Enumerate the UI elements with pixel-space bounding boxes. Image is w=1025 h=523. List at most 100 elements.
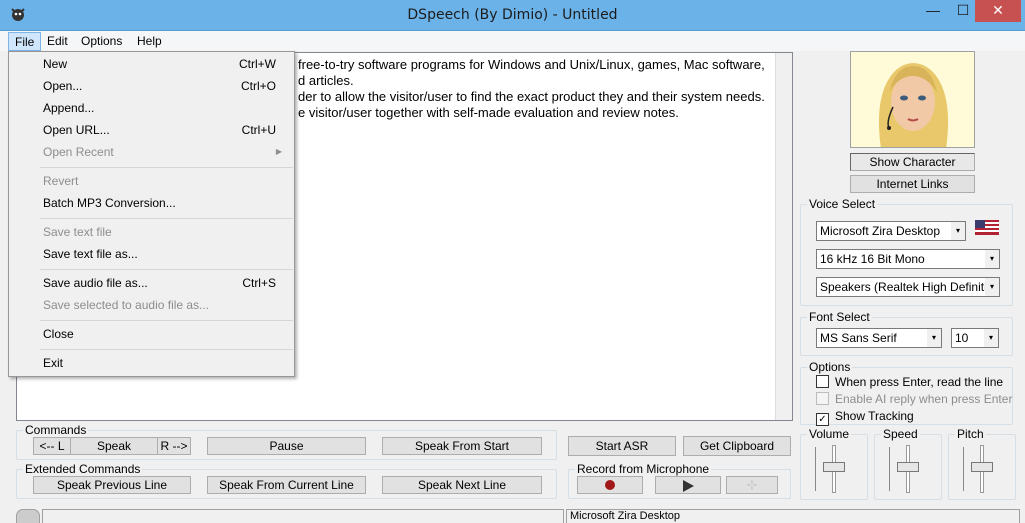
menu-open-label: Open... (43, 79, 83, 93)
internet-links-button[interactable]: Internet Links (850, 175, 975, 193)
chevron-down-icon: ▾ (927, 329, 941, 347)
slider-ticks (815, 447, 816, 491)
menu-revert[interactable]: Revert (12, 171, 292, 191)
options-group: Options When press Enter, read the line … (800, 360, 1013, 426)
font-family-dropdown[interactable]: MS Sans Serif ▾ (816, 328, 942, 348)
record-group: Record from Microphone ⊹ (568, 462, 791, 499)
menu-save-audio-as-shortcut: Ctrl+S (242, 276, 276, 290)
checkmark-icon[interactable]: ✓ (816, 413, 829, 426)
menu-save-text-as-label: Save text file as... (43, 247, 138, 261)
menu-save-text-as[interactable]: Save text file as... (12, 244, 292, 264)
menu-separator (40, 269, 293, 270)
previous-sentence-button[interactable]: <-- L (33, 437, 71, 455)
start-asr-button[interactable]: Start ASR (568, 436, 676, 456)
audio-output-value: Speakers (Realtek High Definition A (820, 280, 1000, 294)
menu-open-shortcut: Ctrl+O (240, 79, 276, 93)
stop-icon: ⊹ (746, 477, 758, 492)
show-tracking-label: Show Tracking (835, 409, 914, 423)
menu-options[interactable]: Options (75, 32, 128, 51)
status-indicator (16, 509, 40, 523)
audio-output-dropdown[interactable]: Speakers (Realtek High Definition A ▾ (816, 277, 1000, 297)
menu-help[interactable]: Help (131, 32, 168, 51)
voice-select-value: Microsoft Zira Desktop (820, 224, 941, 238)
ai-reply-checkbox[interactable]: Enable AI reply when press Enter (816, 392, 1012, 406)
checkbox-box[interactable] (816, 392, 829, 405)
next-sentence-button[interactable]: R --> (157, 437, 191, 455)
chevron-down-icon: ▾ (985, 278, 999, 296)
record-icon (605, 480, 615, 490)
menu-edit[interactable]: Edit (41, 32, 74, 51)
menu-close[interactable]: Close (12, 324, 292, 344)
status-bar: Microsoft Zira Desktop (0, 506, 1025, 523)
volume-slider-thumb[interactable] (823, 462, 845, 472)
chevron-down-icon: ▾ (985, 250, 999, 268)
menu-exit-label: Exit (43, 356, 64, 370)
menu-bar: File Edit Options Help (0, 31, 1025, 51)
menu-new[interactable]: New Ctrl+W (12, 54, 292, 74)
character-portrait (850, 51, 975, 148)
record-button[interactable] (577, 476, 643, 494)
menu-append-label: Append... (43, 101, 95, 115)
font-size-value: 10 (955, 331, 969, 345)
menu-open-url[interactable]: Open URL... Ctrl+U (12, 120, 292, 140)
show-tracking-checkbox[interactable]: ✓ Show Tracking (816, 409, 914, 426)
speak-from-start-button[interactable]: Speak From Start (382, 437, 542, 455)
minimize-button[interactable]: — (918, 0, 948, 22)
close-window-button[interactable]: ✕ (975, 0, 1021, 22)
menu-exit[interactable]: Exit (12, 353, 292, 373)
extended-commands-title: Extended Commands (23, 462, 143, 476)
audio-format-dropdown[interactable]: 16 kHz 16 Bit Mono ▾ (816, 249, 1000, 269)
checkbox-box[interactable] (816, 375, 829, 388)
menu-save-audio-as[interactable]: Save audio file as... Ctrl+S (12, 273, 292, 293)
menu-open-url-shortcut: Ctrl+U (241, 123, 276, 137)
menu-separator (40, 349, 293, 350)
menu-save-selected-audio[interactable]: Save selected to audio file as... (12, 295, 292, 315)
editor-scrollbar[interactable] (775, 53, 792, 420)
options-title: Options (807, 360, 853, 374)
menu-open-recent[interactable]: Open Recent ▶ (12, 142, 292, 162)
voice-select-dropdown[interactable]: Microsoft Zira Desktop ▾ (816, 221, 966, 241)
enter-read-line-checkbox[interactable]: When press Enter, read the line (816, 375, 1003, 389)
show-character-button[interactable]: Show Character (850, 153, 975, 171)
get-clipboard-button[interactable]: Get Clipboard (683, 436, 791, 456)
speak-button[interactable]: Speak (70, 437, 158, 455)
voice-select-title: Voice Select (807, 197, 878, 211)
menu-save-text[interactable]: Save text file (12, 222, 292, 242)
volume-group: Volume (800, 427, 868, 500)
record-title: Record from Microphone (575, 462, 712, 476)
pitch-slider-thumb[interactable] (971, 462, 993, 472)
status-voice: Microsoft Zira Desktop (566, 509, 1020, 523)
menu-file[interactable]: File (8, 32, 42, 51)
menu-batch-mp3[interactable]: Batch MP3 Conversion... (12, 193, 292, 213)
speak-next-line-button[interactable]: Speak Next Line (382, 476, 542, 494)
window-title: DSpeech (By Dimio) - Untitled (407, 7, 618, 23)
commands-title: Commands (23, 423, 89, 437)
chevron-down-icon: ▾ (984, 329, 998, 347)
pitch-label: Pitch (955, 427, 986, 441)
menu-open-recent-label: Open Recent (43, 145, 114, 159)
slider-ticks (963, 447, 964, 491)
maximize-button[interactable]: ☐ (948, 0, 978, 22)
menu-save-audio-as-label: Save audio file as... (43, 276, 148, 290)
menu-append[interactable]: Append... (12, 98, 292, 118)
editor-content[interactable]: free-to-try software programs for Window… (298, 57, 772, 121)
speed-label: Speed (881, 427, 920, 441)
speak-previous-line-button[interactable]: Speak Previous Line (33, 476, 191, 494)
menu-open-url-label: Open URL... (43, 123, 110, 137)
play-recording-button[interactable] (655, 476, 721, 494)
menu-new-label: New (43, 57, 68, 71)
menu-new-shortcut: Ctrl+W (239, 57, 276, 71)
enter-read-line-label: When press Enter, read the line (835, 375, 1004, 389)
speed-slider-thumb[interactable] (897, 462, 919, 472)
speak-from-current-line-button[interactable]: Speak From Current Line (207, 476, 366, 494)
menu-revert-label: Revert (43, 174, 79, 188)
volume-label: Volume (807, 427, 852, 441)
font-size-dropdown[interactable]: 10 ▾ (951, 328, 999, 348)
menu-open[interactable]: Open... Ctrl+O (12, 76, 292, 96)
stop-recording-button[interactable]: ⊹ (726, 476, 778, 494)
font-select-group: Font Select MS Sans Serif ▾ 10 ▾ (800, 310, 1013, 356)
play-icon (682, 480, 694, 492)
pause-button[interactable]: Pause (207, 437, 366, 455)
commands-group: Commands <-- L Speak R --> Pause Speak F… (16, 423, 557, 460)
chevron-down-icon: ▾ (951, 222, 965, 240)
